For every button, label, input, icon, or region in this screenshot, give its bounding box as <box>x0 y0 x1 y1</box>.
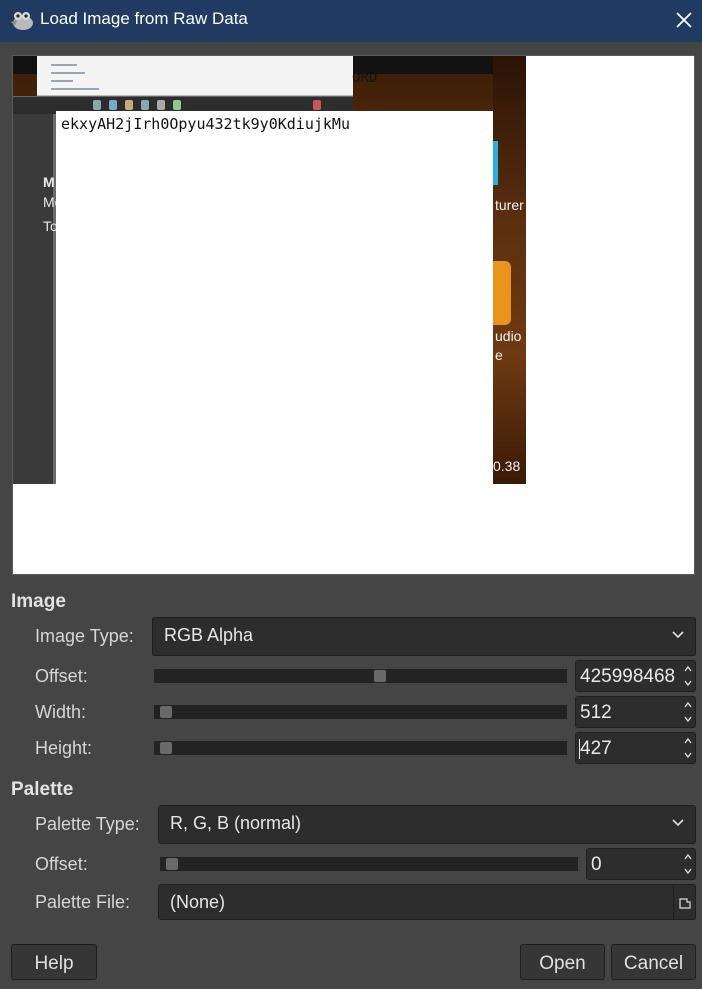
width-label: Width: <box>35 702 87 722</box>
palette-section-title: Palette <box>11 779 74 800</box>
slider-handle[interactable] <box>160 742 172 754</box>
width-slider[interactable] <box>154 705 567 719</box>
preview-white-area <box>56 111 493 484</box>
palette-type-label: Palette Type: <box>35 814 140 834</box>
spin-arrows-icon[interactable] <box>681 661 695 691</box>
gimp-wilber-icon <box>11 12 33 30</box>
height-value: 427 <box>580 738 612 759</box>
preview-text: M <box>43 174 55 190</box>
image-type-value: RGB Alpha <box>164 625 254 645</box>
chevron-down-icon <box>672 819 684 827</box>
open-button-label: Open <box>539 953 586 974</box>
close-icon[interactable] <box>672 8 696 32</box>
palette-type-dropdown[interactable]: R, G, B (normal) <box>158 805 696 844</box>
preview-text: 0.38 <box>493 458 521 474</box>
chevron-down-icon <box>672 631 684 639</box>
file-chooser-button[interactable] <box>673 885 695 919</box>
slider-handle[interactable] <box>373 670 386 682</box>
file-chooser-icon <box>679 898 691 909</box>
preview-text: turer <box>495 197 524 213</box>
slider-handle[interactable] <box>166 858 178 870</box>
palette-offset-spinbutton[interactable]: 0 <box>586 848 696 880</box>
slider-handle[interactable] <box>160 706 172 718</box>
palette-offset-value: 0 <box>591 854 602 875</box>
spin-arrows-icon[interactable] <box>681 697 695 727</box>
height-spinbutton[interactable]: 427 <box>575 732 696 764</box>
width-spinbutton[interactable]: 512 <box>575 696 696 728</box>
offset-label: Offset: <box>35 666 88 686</box>
height-label: Height: <box>35 738 93 758</box>
image-section-title: Image <box>11 591 66 612</box>
preview-text: ORD <box>352 70 378 86</box>
palette-file-chooser[interactable]: (None) <box>158 884 696 920</box>
image-type-dropdown[interactable]: RGB Alpha <box>152 617 696 656</box>
cancel-button-label: Cancel <box>623 953 684 974</box>
cancel-button[interactable]: Cancel <box>611 944 696 980</box>
open-button[interactable]: Open <box>520 944 605 980</box>
palette-file-value: (None) <box>170 892 226 912</box>
preview-text: ekxyAH2jIrh0Opyu432tk9y0KdiujkMu <box>61 115 350 133</box>
width-value: 512 <box>580 702 612 723</box>
spin-arrows-icon[interactable] <box>681 733 695 763</box>
window-title: Load Image from Raw Data <box>40 9 248 28</box>
image-preview: M Mo To ORD ekxyAH2jIrh0Opyu432tk9y0Kdiu… <box>12 55 695 575</box>
help-button-label: Help <box>34 953 74 974</box>
spin-arrows-icon[interactable] <box>681 849 695 879</box>
title-bar: Load Image from Raw Data <box>0 0 702 42</box>
preview-text: udio <box>495 328 522 344</box>
offset-slider[interactable] <box>154 669 567 683</box>
offset-value: 425998468 <box>580 666 676 687</box>
preview-text: e <box>495 347 503 363</box>
height-slider[interactable] <box>154 741 567 755</box>
image-type-label: Image Type: <box>35 626 134 646</box>
palette-offset-label: Offset: <box>35 854 88 874</box>
palette-file-label: Palette File: <box>35 892 131 912</box>
offset-spinbutton[interactable]: 425998468 <box>575 660 696 692</box>
preview-window-thumbnail <box>37 56 353 96</box>
preview-left-panel: M Mo To <box>13 114 62 484</box>
palette-offset-slider[interactable] <box>160 857 578 871</box>
palette-type-value: R, G, B (normal) <box>170 813 302 833</box>
help-button[interactable]: Help <box>11 944 97 980</box>
